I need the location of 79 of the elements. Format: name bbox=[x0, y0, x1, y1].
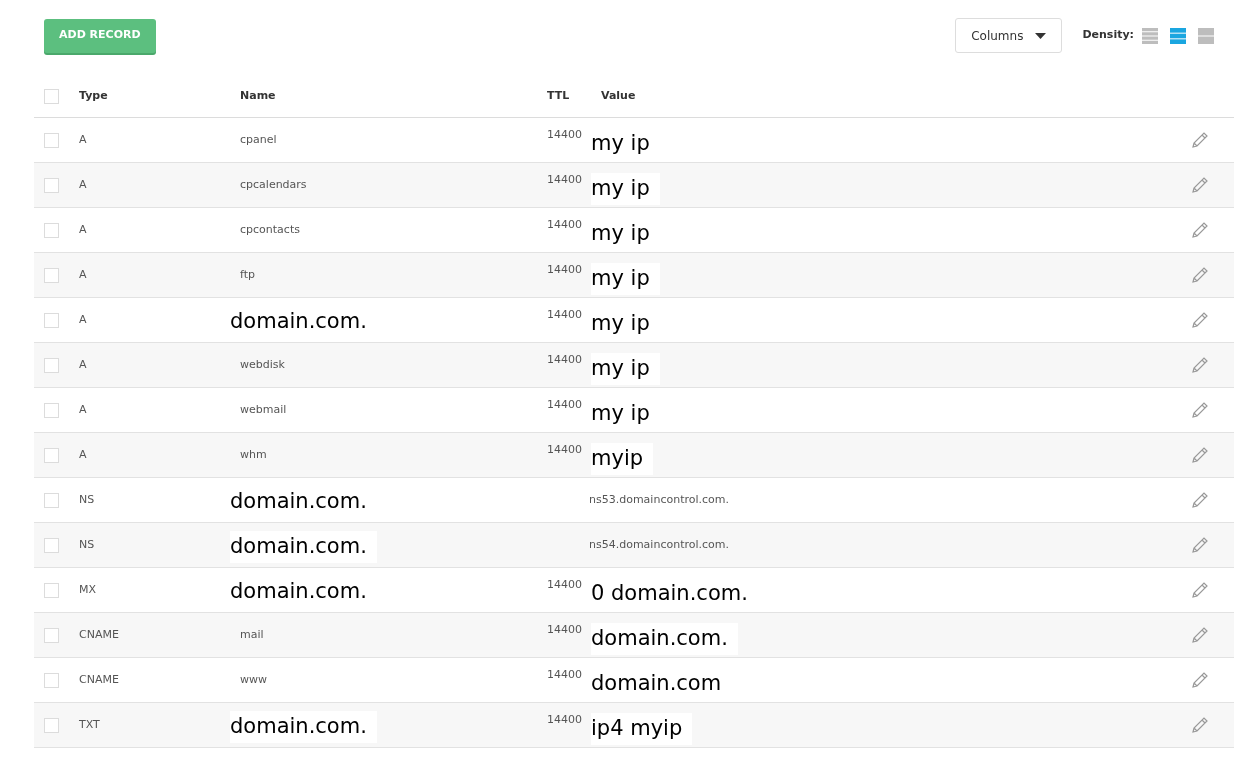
ttl-cell-text: 14400 bbox=[547, 396, 582, 413]
pencil-icon[interactable] bbox=[1190, 580, 1210, 600]
ttl-cell-text: 14400 bbox=[547, 441, 582, 458]
checkbox[interactable] bbox=[44, 267, 59, 283]
density-icon[interactable] bbox=[1142, 27, 1158, 44]
density-label: Density: bbox=[1082, 27, 1134, 44]
ttl-cell-text: 14400 bbox=[547, 621, 582, 638]
name-cell: domain.com. bbox=[230, 711, 377, 743]
name-cell-text: www bbox=[240, 671, 267, 688]
value-cell-text: ns53.domaincontrol.com. bbox=[589, 491, 729, 508]
type-cell-text: A bbox=[79, 356, 88, 373]
name-cell-text: cpcontacts bbox=[240, 221, 300, 238]
caret-icon bbox=[1035, 32, 1047, 39]
name-cell-text: whm bbox=[240, 446, 267, 463]
type-cell-text: A bbox=[79, 221, 88, 238]
checkbox[interactable] bbox=[44, 672, 59, 688]
ttl-cell-text: 14400 bbox=[547, 306, 582, 323]
pencil-icon[interactable] bbox=[1190, 535, 1210, 555]
ttl-cell-text: 14400 bbox=[547, 261, 582, 278]
checkbox[interactable] bbox=[44, 627, 59, 643]
ttl-cell-text: 14400 bbox=[547, 666, 582, 683]
pencil-icon[interactable] bbox=[1190, 715, 1210, 735]
pencil-icon[interactable] bbox=[1190, 310, 1210, 330]
value-cell-text: ns54.domaincontrol.com. bbox=[589, 536, 729, 553]
ttl-cell-text: 14400 bbox=[547, 171, 582, 188]
value-cell: my ip bbox=[591, 263, 660, 295]
checkbox[interactable] bbox=[44, 717, 59, 733]
column-header: Name bbox=[240, 87, 277, 104]
pencil-icon[interactable] bbox=[1190, 175, 1210, 195]
checkbox[interactable] bbox=[44, 582, 59, 598]
pencil-icon[interactable] bbox=[1190, 265, 1210, 285]
name-cell-text: mail bbox=[240, 626, 264, 643]
name-cell-text: webdisk bbox=[240, 356, 285, 373]
pencil-icon[interactable] bbox=[1190, 670, 1210, 690]
checkbox[interactable] bbox=[44, 312, 59, 328]
ttl-cell-text: 14400 bbox=[547, 126, 582, 143]
type-cell-text: CNAME bbox=[79, 671, 120, 688]
checkbox[interactable] bbox=[44, 492, 59, 508]
value-cell: my ip bbox=[591, 353, 660, 385]
ttl-cell-text: 14400 bbox=[547, 216, 582, 233]
columns-dropdown[interactable]: Columns bbox=[955, 18, 1063, 53]
pencil-icon[interactable] bbox=[1190, 490, 1210, 510]
checkbox[interactable] bbox=[44, 402, 59, 418]
type-cell-text: A bbox=[79, 131, 88, 148]
ttl-cell-text: 14400 bbox=[547, 576, 582, 593]
pencil-icon[interactable] bbox=[1190, 400, 1210, 420]
pencil-icon[interactable] bbox=[1190, 130, 1210, 150]
checkbox[interactable] bbox=[44, 222, 59, 238]
checkbox[interactable] bbox=[44, 132, 59, 148]
type-cell-text: A bbox=[79, 401, 88, 418]
value-cell: domain.com. bbox=[591, 623, 738, 655]
type-cell-text: A bbox=[79, 176, 88, 193]
checkbox[interactable] bbox=[44, 88, 59, 104]
density-icon[interactable] bbox=[1170, 27, 1186, 44]
pencil-icon[interactable] bbox=[1190, 625, 1210, 645]
density-icon[interactable] bbox=[1198, 27, 1214, 44]
ttl-cell-text: 14400 bbox=[547, 711, 582, 728]
type-cell-text: A bbox=[79, 266, 88, 283]
type-cell-text: CNAME bbox=[79, 626, 120, 643]
name-cell-text: ftp bbox=[240, 266, 255, 283]
checkbox[interactable] bbox=[44, 177, 59, 193]
name-cell-text: webmail bbox=[240, 401, 287, 418]
value-cell: my ip bbox=[591, 173, 660, 205]
ttl-cell-text: 14400 bbox=[547, 351, 582, 368]
type-cell-text: A bbox=[79, 446, 88, 463]
checkbox[interactable] bbox=[44, 357, 59, 373]
pencil-icon[interactable] bbox=[1190, 445, 1210, 465]
column-header: Value bbox=[601, 87, 636, 104]
checkbox[interactable] bbox=[44, 537, 59, 553]
name-cell-text: cpcalendars bbox=[240, 176, 307, 193]
column-header: Type bbox=[79, 87, 109, 104]
name-cell: domain.com. bbox=[230, 531, 377, 563]
pencil-icon[interactable] bbox=[1190, 355, 1210, 375]
value-cell: ip4 myip bbox=[591, 713, 693, 745]
pencil-icon[interactable] bbox=[1190, 220, 1210, 240]
value-cell: myip bbox=[591, 443, 654, 475]
name-cell-text: cpanel bbox=[240, 131, 277, 148]
checkbox[interactable] bbox=[44, 447, 59, 463]
column-header: TTL bbox=[547, 87, 571, 104]
